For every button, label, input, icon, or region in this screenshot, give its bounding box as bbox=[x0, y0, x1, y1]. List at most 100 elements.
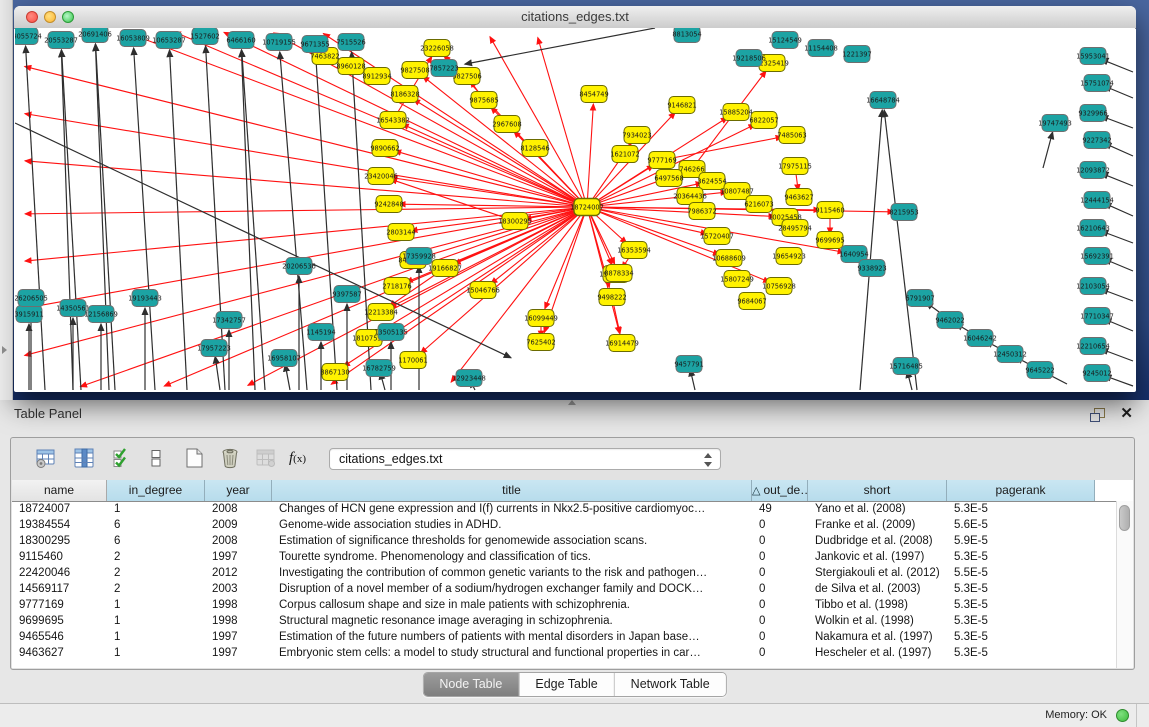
delete-column-icon[interactable] bbox=[219, 447, 243, 471]
table-row[interactable]: 977716911998Corpus callosum shape and si… bbox=[12, 597, 1117, 613]
graph-node-11154408[interactable]: 11154408 bbox=[804, 40, 838, 57]
graph-node-10688609[interactable]: 10688609 bbox=[712, 250, 746, 267]
table-mode-icon[interactable] bbox=[35, 447, 59, 471]
citation-edge-red[interactable] bbox=[25, 207, 587, 214]
tab-network-table[interactable]: Network Table bbox=[615, 673, 726, 696]
graph-node-1145194[interactable]: 1145194 bbox=[306, 324, 335, 341]
table-row[interactable]: 1872400712008Changes of HCN gene express… bbox=[12, 501, 1117, 517]
graph-node-15720407[interactable]: 15720407 bbox=[700, 228, 734, 245]
graph-node-28495794[interactable]: 28495794 bbox=[778, 220, 812, 237]
graph-node-7485063[interactable]: 7485063 bbox=[777, 127, 806, 144]
graph-node-9397587[interactable]: 9397587 bbox=[332, 286, 361, 303]
graph-node-8186328[interactable]: 8186328 bbox=[390, 86, 419, 103]
graph-node-16782759[interactable]: 16782759 bbox=[362, 360, 396, 377]
citation-edge-black[interactable] bbox=[465, 28, 655, 64]
graph-node-12210654[interactable]: 12210654 bbox=[1076, 338, 1110, 355]
table-row[interactable]: 946362711997Embryonic stem cells: a mode… bbox=[12, 645, 1117, 661]
new-column-icon[interactable] bbox=[183, 447, 207, 471]
graph-node-9338923[interactable]: 9338923 bbox=[857, 260, 886, 277]
graph-node-15716485[interactable]: 15716485 bbox=[889, 358, 923, 375]
graph-node-19218506[interactable]: 19218506 bbox=[732, 50, 766, 67]
graph-node-15046766[interactable]: 15046766 bbox=[466, 282, 500, 299]
graph-node-9242848[interactable]: 9242848 bbox=[374, 196, 403, 213]
float-panel-icon[interactable] bbox=[1090, 408, 1105, 422]
graph-node-18300295[interactable]: 18300295 bbox=[498, 213, 532, 230]
graph-node-7986372[interactable]: 7986372 bbox=[687, 203, 716, 220]
graph-node-20206536[interactable]: 20206536 bbox=[282, 258, 316, 275]
graph-node-16914479[interactable]: 16914479 bbox=[605, 335, 639, 352]
graph-node-16958107[interactable]: 16958107 bbox=[267, 350, 301, 367]
graph-node-15751074[interactable]: 15751074 bbox=[1080, 75, 1114, 92]
graph-node-1221397[interactable]: 1221397 bbox=[842, 46, 871, 63]
graph-node-10653287[interactable]: 10653287 bbox=[152, 32, 186, 49]
graph-node-17957223[interactable]: 17957223 bbox=[197, 340, 231, 357]
graph-node-7934023[interactable]: 7934023 bbox=[622, 127, 651, 144]
graph-node-9699695[interactable]: 9699695 bbox=[815, 232, 844, 249]
network-window[interactable]: citations_edges.txt 18724007232260589827… bbox=[14, 6, 1136, 392]
graph-node-8878334[interactable]: 8878334 bbox=[604, 265, 633, 282]
graph-node-8912934[interactable]: 8912934 bbox=[362, 68, 391, 85]
graph-node-9827508[interactable]: 9827508 bbox=[400, 62, 429, 79]
table-row[interactable]: 1456911722003Disruption of a novel membe… bbox=[12, 581, 1117, 597]
left-splitter[interactable] bbox=[0, 0, 13, 400]
graph-node-1170061[interactable]: 1170061 bbox=[398, 352, 427, 369]
graph-node-20691406[interactable]: 20691406 bbox=[78, 28, 112, 43]
graph-node-9463627[interactable]: 9463627 bbox=[784, 189, 813, 206]
citation-network-graph[interactable]: 1872400723226058982750881863281654338298… bbox=[15, 28, 1135, 391]
graph-node-6216073[interactable]: 6216073 bbox=[744, 196, 773, 213]
column-header-short[interactable]: short bbox=[808, 480, 947, 501]
table-selector-dropdown[interactable]: citations_edges.txt bbox=[329, 448, 721, 470]
scrollbar-thumb[interactable] bbox=[1119, 505, 1130, 531]
graph-node-12213384[interactable]: 12213384 bbox=[364, 304, 398, 321]
graph-node-6822057[interactable]: 6822057 bbox=[749, 112, 778, 129]
panel-splitter-arrow-icon[interactable] bbox=[568, 400, 576, 405]
citation-edge-red[interactable] bbox=[423, 76, 587, 207]
table-row[interactable]: 911546021997Tourette syndrome. Phenomeno… bbox=[12, 549, 1117, 565]
graph-node-17342757[interactable]: 17342757 bbox=[212, 312, 246, 329]
graph-node-17359928[interactable]: 17359928 bbox=[402, 248, 436, 265]
graph-node-2718176[interactable]: 2718176 bbox=[382, 278, 411, 295]
graph-node-8215953[interactable]: 8215953 bbox=[889, 204, 918, 221]
column-header-in_degree[interactable]: in_degree bbox=[107, 480, 205, 501]
graph-node-8454749[interactable]: 8454749 bbox=[579, 86, 608, 103]
citation-edge-black[interactable] bbox=[884, 110, 917, 390]
graph-node-9875685[interactable]: 9875685 bbox=[469, 92, 498, 109]
graph-node-9777169[interactable]: 9777169 bbox=[647, 152, 676, 169]
citation-edge-black[interactable] bbox=[15, 123, 511, 358]
graph-node-8960128[interactable]: 8960128 bbox=[336, 58, 365, 75]
network-canvas[interactable]: 1872400723226058982750881863281654338298… bbox=[15, 28, 1135, 391]
citation-edge-black[interactable] bbox=[215, 356, 220, 390]
graph-node-7515526[interactable]: 7515526 bbox=[336, 34, 365, 51]
graph-node-2803144[interactable]: 2803144 bbox=[386, 224, 415, 241]
graph-node-23226058[interactable]: 23226058 bbox=[420, 40, 454, 57]
graph-node-16046242[interactable]: 16046242 bbox=[963, 330, 997, 347]
graph-node-9890662[interactable]: 9890662 bbox=[370, 140, 399, 157]
graph-node-8813054[interactable]: 8813054 bbox=[672, 28, 701, 43]
graph-node-10756928[interactable]: 10756928 bbox=[762, 278, 796, 295]
table-row[interactable]: 946554611997Estimation of the future num… bbox=[12, 629, 1117, 645]
citation-edge-red[interactable] bbox=[587, 104, 593, 207]
tab-node-table[interactable]: Node Table bbox=[423, 673, 519, 696]
graph-node-3915911[interactable]: 3915911 bbox=[15, 306, 44, 323]
graph-node-9227342[interactable]: 9227342 bbox=[1082, 132, 1111, 149]
tab-edge-table[interactable]: Edge Table bbox=[519, 673, 614, 696]
graph-node-18724007[interactable]: 18724007 bbox=[570, 199, 604, 216]
select-columns-icon[interactable] bbox=[111, 447, 135, 471]
graph-node-1621072[interactable]: 1621072 bbox=[610, 146, 639, 163]
graph-node-9671355[interactable]: 9671355 bbox=[300, 36, 329, 53]
graph-node-6791907[interactable]: 6791907 bbox=[905, 290, 934, 307]
table-scrollbar[interactable] bbox=[1116, 501, 1133, 668]
close-panel-icon[interactable]: ✕ bbox=[1120, 406, 1133, 421]
graph-node-13505135[interactable]: 13505135 bbox=[374, 324, 408, 341]
graph-node-15953041[interactable]: 15953041 bbox=[1076, 48, 1110, 65]
graph-node-19166827[interactable]: 19166827 bbox=[428, 260, 462, 277]
graph-node-15124549[interactable]: 15124549 bbox=[768, 32, 802, 49]
graph-node-7857223[interactable]: 7857223 bbox=[429, 60, 458, 77]
graph-node-6497568[interactable]: 6497568 bbox=[654, 170, 683, 187]
graph-node-19654923[interactable]: 19654923 bbox=[772, 248, 806, 265]
graph-node-16210643[interactable]: 16210643 bbox=[1076, 220, 1110, 237]
graph-node-6466160[interactable]: 6466160 bbox=[226, 32, 255, 49]
citation-edge-black[interactable] bbox=[170, 50, 187, 390]
column-header-title[interactable]: title bbox=[272, 480, 752, 501]
graph-node-20553287[interactable]: 20553287 bbox=[44, 32, 78, 49]
